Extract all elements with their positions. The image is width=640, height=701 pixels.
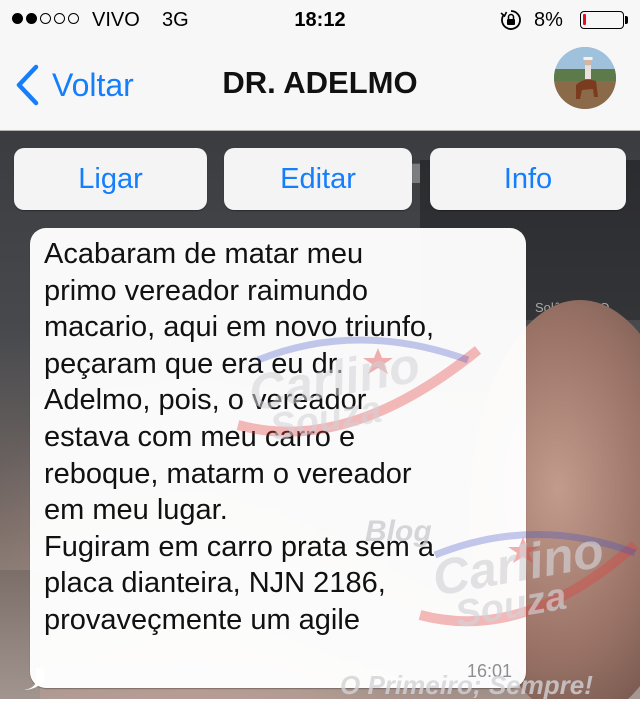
contact-name-title: DR. ADELMO [222, 65, 418, 100]
message-line: Adelmo, pois, o vereador [44, 384, 367, 417]
bubble-tail-icon [24, 668, 44, 690]
message-line: estava com meu carro e [44, 420, 356, 453]
message-line: reboque, matarm o vereador [44, 457, 412, 490]
message-line: Acabaram de matar meu [44, 238, 364, 270]
message-line: macario, aqui em novo triunfo, [44, 311, 435, 344]
edit-button[interactable]: Editar [224, 148, 412, 210]
message-line: peçaram que era eu dr. [44, 347, 344, 380]
battery-terminal [625, 16, 628, 24]
battery-level-fill [583, 14, 586, 25]
battery-icon [580, 11, 624, 29]
status-bar: VIVO 3G 18:12 8% [0, 0, 640, 40]
orientation-lock-icon [500, 10, 521, 30]
message-text: Acabaram de matar meu primo vereador rai… [44, 236, 514, 639]
battery-percent: 8% [534, 9, 563, 31]
info-button[interactable]: Info [430, 148, 626, 210]
message-bubble[interactable]: Acabaram de matar meu primo vereador rai… [30, 228, 526, 688]
contact-avatar[interactable] [554, 47, 616, 109]
message-line: em meu lugar. [44, 494, 228, 527]
call-button[interactable]: Ligar [14, 148, 207, 210]
message-line: Fugiram em carro prata sem a [44, 530, 435, 563]
message-line: placa dianteira, NJN 2186, [44, 567, 386, 600]
navigation-bar: Voltar DR. ADELMO [0, 40, 640, 131]
message-line: provaveçmente um agile [44, 603, 360, 636]
avatar-photo [554, 47, 616, 109]
message-line: primo vereador raimundo [44, 274, 368, 307]
message-timestamp: 16:01 [466, 661, 512, 681]
